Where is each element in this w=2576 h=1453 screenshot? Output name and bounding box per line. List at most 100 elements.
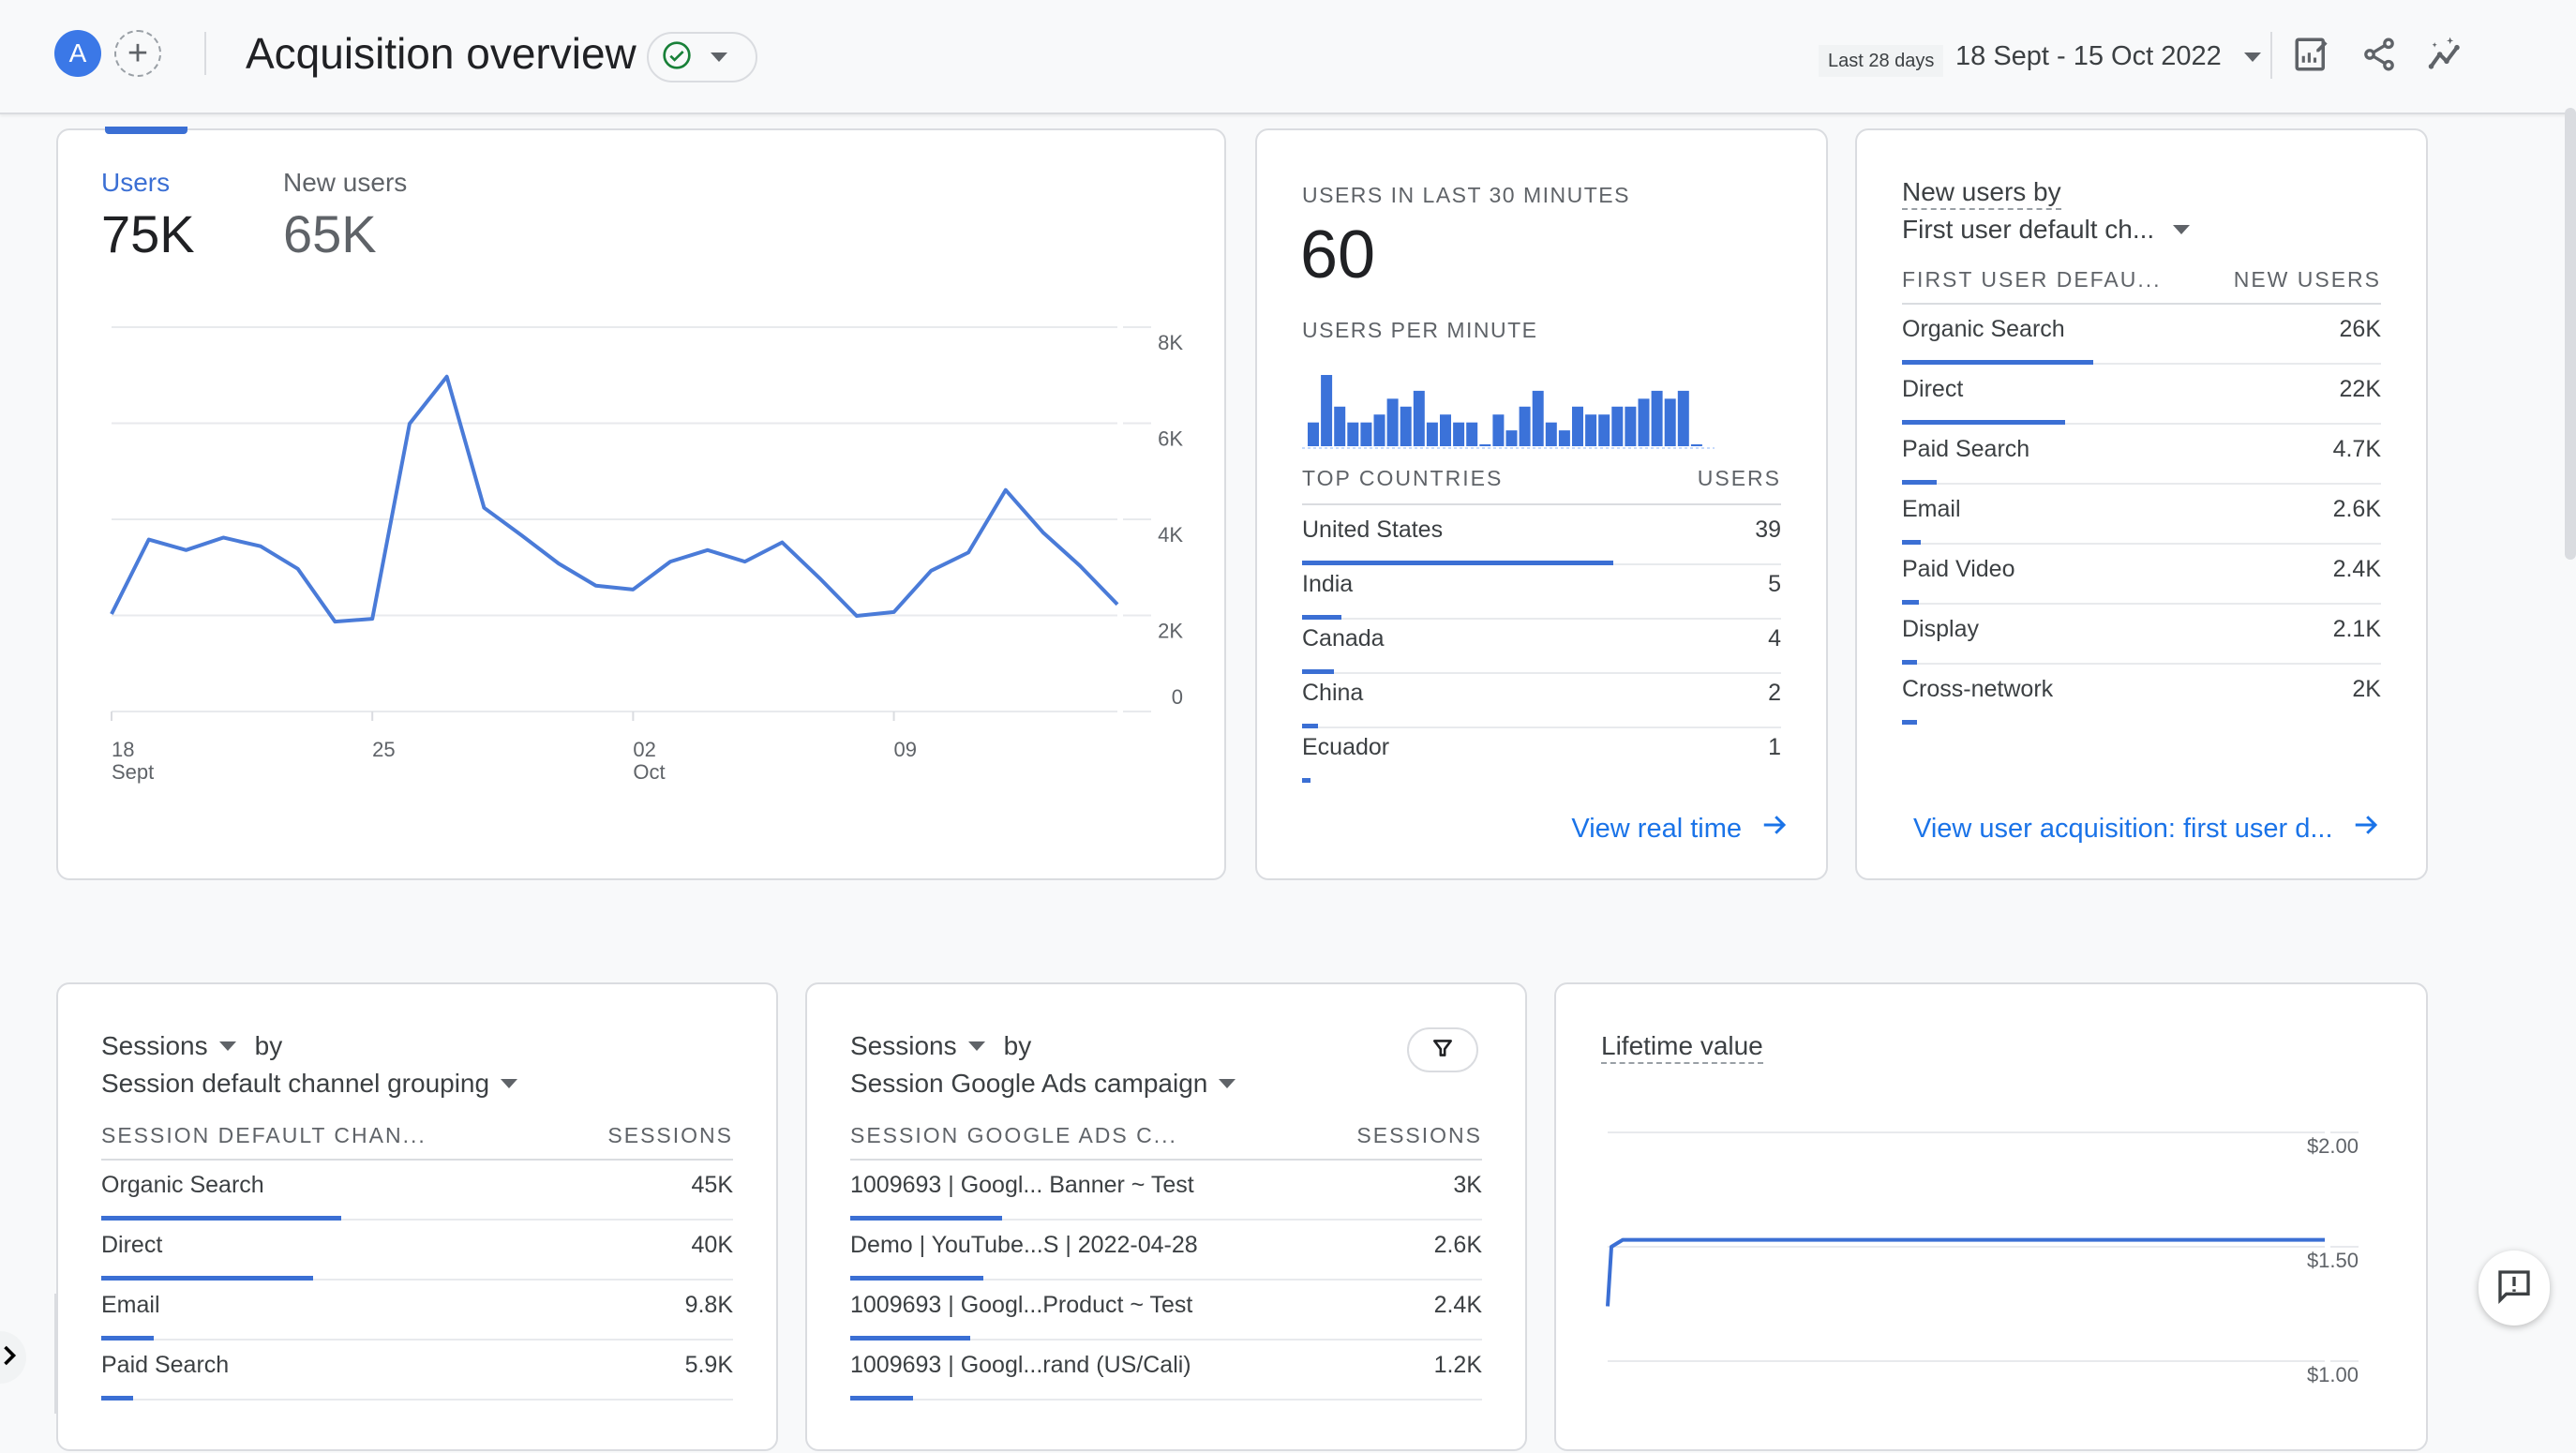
- lifetime-value-card: Lifetime value $1.00$1.50$2.00: [1554, 982, 2428, 1451]
- arrow-right-icon: [1759, 811, 1790, 846]
- table-row[interactable]: Email2.6K: [1902, 485, 2381, 545]
- row-value: 40K: [692, 1232, 733, 1259]
- table-row[interactable]: Ecuador1: [1302, 723, 1781, 783]
- table-row[interactable]: China2: [1302, 668, 1781, 728]
- minute-bar: [1347, 423, 1358, 446]
- table-row[interactable]: Canada4: [1302, 614, 1781, 674]
- row-value: 5: [1768, 571, 1781, 598]
- x-tick-label: 02: [633, 738, 655, 761]
- minute-bar: [1400, 407, 1412, 446]
- page-title: Acquisition overview: [246, 28, 637, 79]
- table-row[interactable]: Organic Search 26K: [1902, 305, 2381, 365]
- vertical-scrollbar[interactable]: [2565, 108, 2576, 560]
- table-row[interactable]: Display 2.1K: [1902, 605, 2381, 665]
- minute-bar: [1466, 423, 1477, 446]
- card-title: New users by: [1902, 177, 2061, 207]
- row-label: Canada: [1302, 625, 1385, 652]
- y-tick-label: 2K: [1158, 620, 1183, 643]
- row-value: 26K: [2340, 316, 2381, 343]
- row-label: India: [1302, 571, 1353, 598]
- metric-dropdown[interactable]: Sessions: [101, 1031, 236, 1061]
- x-tick-label: 09: [894, 738, 917, 761]
- plus-icon: +: [127, 36, 148, 71]
- x-tick-label: 18: [112, 738, 134, 761]
- table-row[interactable]: Demo | YouTube...S | 2022-04-282.6K: [850, 1221, 1482, 1281]
- dimension-dropdown[interactable]: Session Google Ads campaign: [850, 1069, 1236, 1099]
- minute-bar: [1559, 430, 1570, 446]
- row-value: 2.1K: [2333, 616, 2381, 643]
- dimension-dropdown[interactable]: Session default channel grouping: [101, 1069, 517, 1099]
- table-row[interactable]: Email9.8K: [101, 1281, 733, 1341]
- row-value: 2K: [2352, 676, 2381, 703]
- row-label: Organic Search: [101, 1172, 264, 1199]
- filter-button[interactable]: [1407, 1027, 1478, 1072]
- avatar[interactable]: A: [54, 30, 101, 77]
- row-label: Paid Search: [1902, 436, 2029, 463]
- minute-bar: [1572, 407, 1583, 446]
- chevron-right-icon: [0, 1344, 19, 1371]
- status-dropdown[interactable]: [647, 32, 757, 82]
- table-row[interactable]: 1009693 | Googl... Banner ~ Test3K: [850, 1161, 1482, 1221]
- insights-icon[interactable]: [2424, 32, 2469, 77]
- row-label: Paid Search: [101, 1352, 229, 1379]
- minute-bar: [1387, 398, 1399, 446]
- divider: [2270, 32, 2272, 79]
- table-row[interactable]: Cross-network2K: [1902, 665, 2381, 725]
- link-label: View user acquisition: first user d...: [1913, 814, 2333, 845]
- date-range-label: 18 Sept - 15 Oct 2022: [1955, 41, 2222, 71]
- metric-label: Sessions: [101, 1031, 208, 1061]
- table-row[interactable]: Direct22K: [1902, 365, 2381, 425]
- column-header-metric: SESSIONS: [607, 1123, 733, 1148]
- minute-bar: [1479, 444, 1490, 446]
- table-row[interactable]: Paid Video2.4K: [1902, 545, 2381, 605]
- table-row[interactable]: Direct40K: [101, 1221, 733, 1281]
- column-header-metric: USERS: [1698, 466, 1781, 491]
- row-label: United States: [1302, 517, 1443, 544]
- column-header-dimension: SESSION DEFAULT CHAN...: [101, 1123, 427, 1148]
- row-label: Organic Search: [1902, 316, 2065, 343]
- minute-bar: [1652, 391, 1663, 446]
- y-tick-label: 6K: [1158, 427, 1183, 451]
- row-label: Display: [1902, 616, 1979, 643]
- dimension-dropdown[interactable]: First user default ch...: [1902, 215, 2190, 245]
- by-label: by: [1004, 1031, 1032, 1061]
- edit-report-icon[interactable]: [2289, 32, 2334, 77]
- table-row[interactable]: India 5: [1302, 560, 1781, 620]
- side-panel-toggle[interactable]: [0, 1331, 26, 1384]
- metric-label: Sessions: [850, 1031, 957, 1061]
- metric-dropdown[interactable]: Sessions: [850, 1031, 985, 1061]
- lifetime-value-line-chart: $1.00$1.50$2.00: [1556, 984, 2430, 1453]
- row-value: 45K: [692, 1172, 733, 1199]
- minute-bar: [1308, 423, 1319, 446]
- minute-bar: [1598, 414, 1610, 446]
- x-tick-sublabel: Sept: [112, 760, 154, 784]
- row-progress-bar: [1302, 778, 1310, 783]
- table-row[interactable]: 1009693 | Googl...rand (US/Cali)1.2K: [850, 1341, 1482, 1401]
- table-row[interactable]: Organic Search 45K: [101, 1161, 733, 1221]
- minute-bar: [1611, 407, 1623, 446]
- minute-bar: [1665, 398, 1676, 446]
- metric-selector: Sessions by: [101, 1031, 282, 1061]
- date-range-picker[interactable]: 18 Sept - 15 Oct 2022: [1955, 41, 2261, 72]
- new-users-by-channel-card: New users by First user default ch... FI…: [1855, 128, 2428, 880]
- minute-bar: [1506, 430, 1518, 446]
- feedback-icon: [2495, 1267, 2533, 1310]
- row-divider: [101, 1399, 733, 1401]
- users-series-line: [112, 377, 1117, 622]
- share-icon[interactable]: [2357, 32, 2402, 77]
- chevron-down-icon: [968, 1041, 985, 1051]
- feedback-button[interactable]: [2479, 1251, 2550, 1326]
- table-row[interactable]: 1009693 | Googl...Product ~ Test2.4K: [850, 1281, 1482, 1341]
- view-user-acquisition-link[interactable]: View user acquisition: first user d...: [1913, 811, 2382, 846]
- add-comparison-button[interactable]: +: [114, 30, 161, 77]
- table-row[interactable]: Paid Search5.9K: [101, 1341, 733, 1401]
- table-row[interactable]: Paid Search4.7K: [1902, 425, 2381, 485]
- view-real-time-link[interactable]: View real time: [1571, 811, 1790, 846]
- minute-bar: [1374, 414, 1385, 446]
- users-per-minute-label: USERS PER MINUTE: [1302, 318, 1537, 343]
- metric-title[interactable]: New users by: [1902, 177, 2061, 210]
- table-row[interactable]: United States39: [1302, 505, 1781, 565]
- minute-bar: [1533, 391, 1544, 446]
- chevron-down-icon: [219, 1041, 236, 1051]
- y-tick-label: 0: [1172, 685, 1183, 709]
